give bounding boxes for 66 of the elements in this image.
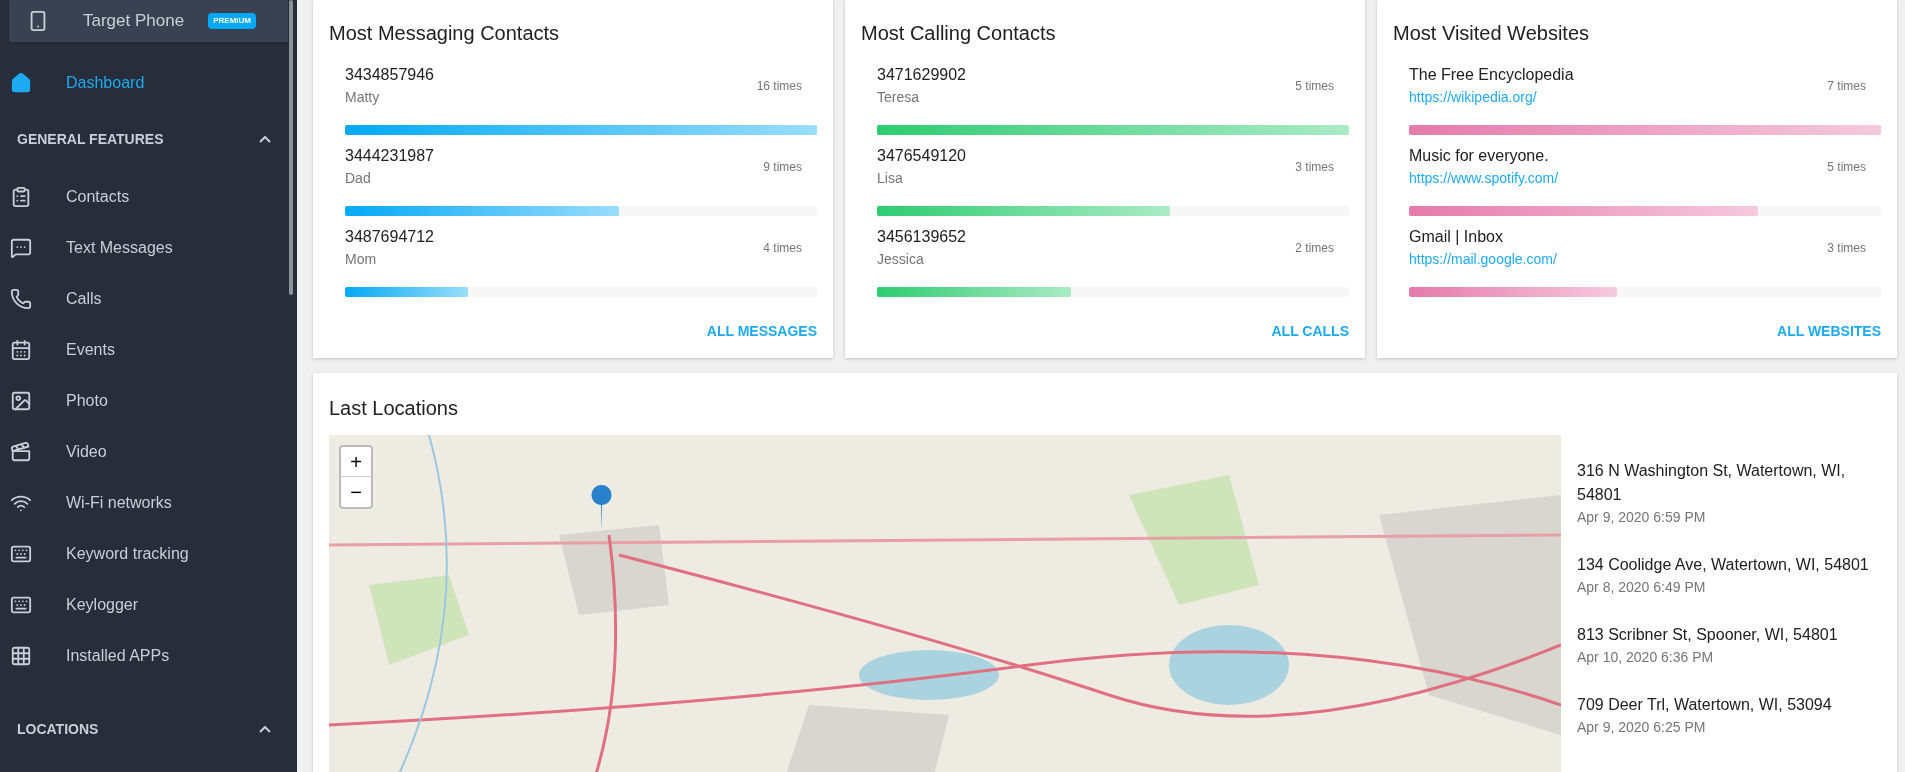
contact-name: Teresa: [877, 88, 921, 107]
sidebar-item[interactable]: Keyword tracking: [0, 528, 297, 579]
phone-number: 3476549120: [877, 146, 966, 166]
sidebar-item[interactable]: Contacts: [0, 171, 297, 222]
device-name: Target Phone: [83, 10, 185, 33]
location-time: Apr 9, 2020 6:25 PM: [1577, 718, 1707, 737]
card-title: Last Locations: [329, 396, 459, 421]
card-title: Most Calling Contacts: [861, 21, 1057, 46]
location-address: 134 Coolidge Ave, Watertown, WI, 54801: [1577, 555, 1870, 575]
calendar-icon: [10, 338, 32, 361]
count-label: 3 times: [1295, 159, 1334, 176]
sidebar-item[interactable]: Photo: [0, 375, 297, 426]
phone-icon: [10, 287, 32, 310]
contact-name: Jessica: [877, 250, 925, 269]
sidebar-item[interactable]: Dashboard: [0, 57, 297, 108]
sidebar-item[interactable]: Text Messages: [0, 222, 297, 273]
count-label: 5 times: [1827, 159, 1866, 176]
count-label: 7 times: [1827, 78, 1866, 95]
home-icon: [10, 71, 32, 94]
location-address: 709 Deer Trl, Watertown, WI, 53094: [1577, 695, 1833, 715]
contact-name: Dad: [345, 169, 372, 188]
location-time: Apr 10, 2020 6:36 PM: [1577, 648, 1715, 667]
sidebar-item[interactable]: Calls: [0, 273, 297, 324]
sidebar-item[interactable]: Wi-Fi networks: [0, 477, 297, 528]
count-label: 16 times: [756, 78, 802, 95]
count-label: 2 times: [1295, 240, 1334, 257]
site-title: The Free Encyclopedia: [1409, 65, 1574, 85]
count-label: 4 times: [763, 240, 802, 257]
count-label: 5 times: [1295, 78, 1334, 95]
premium-badge: PREMIUM: [208, 13, 256, 29]
site-title: Music for everyone.: [1409, 146, 1550, 166]
clapperboard-icon: [10, 440, 32, 463]
count-label: 3 times: [1827, 240, 1866, 257]
card-title: Most Visited Websites: [1393, 21, 1590, 46]
location-address: 813 Scribner St, Spooner, WI, 54801: [1577, 625, 1839, 645]
sidebar-item[interactable]: Keylogger: [0, 579, 297, 630]
chevron-icon: [259, 726, 271, 733]
sidebar-item[interactable]: Installed APPs: [0, 630, 297, 681]
phone-number: 3456139652: [877, 227, 966, 247]
phone-number: 3471629902: [877, 65, 966, 85]
zoom-out-button[interactable]: −: [341, 477, 371, 507]
grid-icon: [10, 644, 32, 667]
section-header[interactable]: LOCATIONS: [0, 704, 297, 755]
chat-icon: [10, 236, 32, 259]
phone-number: 3487694712: [345, 227, 434, 247]
phone-number: 3434857946: [345, 65, 434, 85]
contact-name: Lisa: [877, 169, 904, 188]
sidebar-item[interactable]: Events: [0, 324, 297, 375]
device-header[interactable]: Target Phone PREMIUM: [9, 0, 288, 42]
image-icon: [10, 389, 32, 412]
section-header[interactable]: GENERAL FEATURES: [0, 114, 297, 165]
card-title: Most Messaging Contacts: [329, 21, 561, 46]
site-title: Gmail | Inbox: [1409, 227, 1504, 247]
contact-name: Mom: [345, 250, 378, 269]
chevron-icon: [259, 136, 271, 143]
phone-number: 3444231987: [345, 146, 434, 166]
map[interactable]: + −: [329, 435, 1561, 772]
sidebar-item[interactable]: Video: [0, 426, 297, 477]
location-address: 316 N Washington St, Watertown, WI, 54801: [1577, 461, 1847, 505]
location-time: Apr 8, 2020 6:49 PM: [1577, 578, 1707, 597]
count-label: 9 times: [763, 159, 802, 176]
zoom-in-button[interactable]: +: [341, 447, 371, 477]
scrollbar[interactable]: [289, 0, 293, 295]
contact-name: Matty: [345, 88, 381, 107]
clipboard-icon: [10, 185, 32, 208]
location-time: Apr 9, 2020 6:59 PM: [1577, 508, 1707, 527]
